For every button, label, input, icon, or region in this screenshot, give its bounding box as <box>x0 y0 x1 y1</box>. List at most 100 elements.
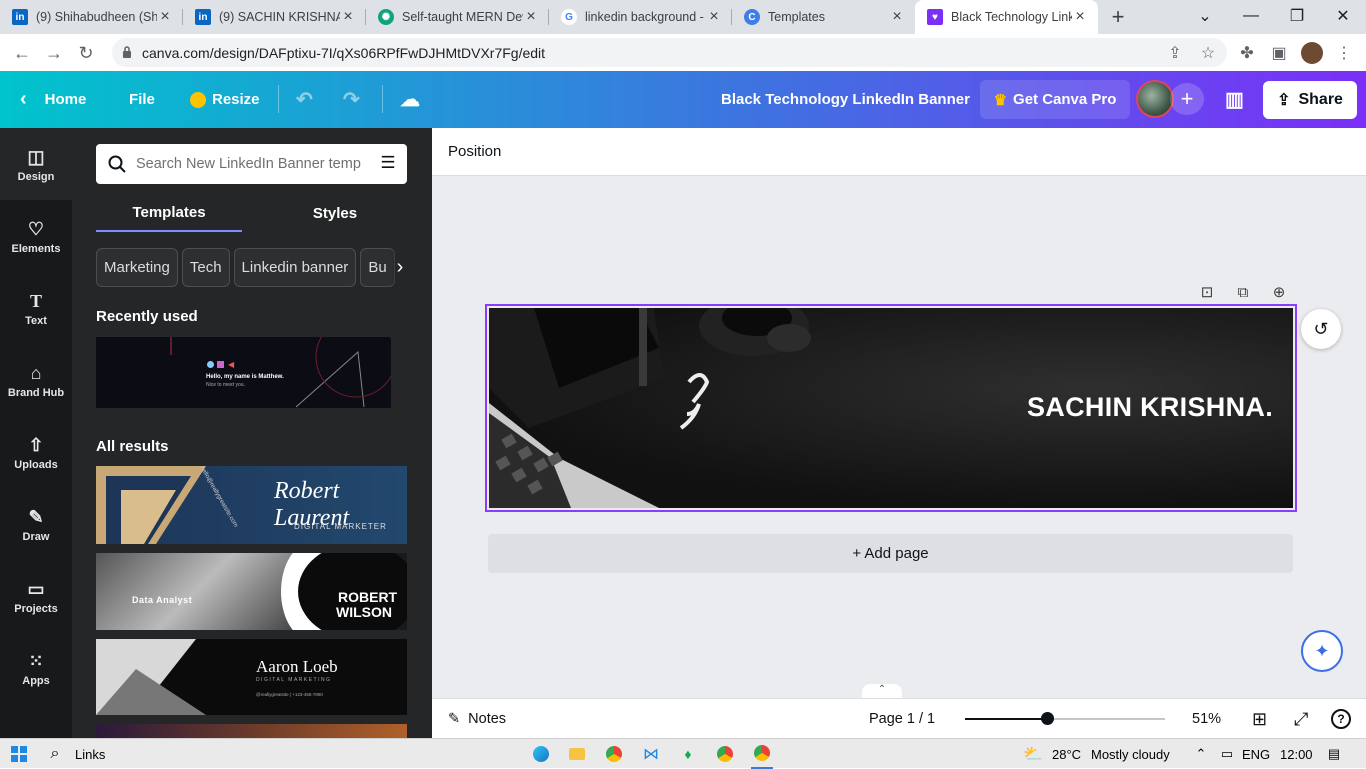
magic-sparkle-icon[interactable]: ✦ <box>1301 630 1343 672</box>
add-page-icon[interactable]: ⊕ <box>1267 280 1291 304</box>
reload-icon[interactable]: ↻ <box>71 38 101 68</box>
rail-item-brand-hub[interactable]: ⌂ Brand Hub <box>0 344 72 416</box>
rail-item-elements[interactable]: ♡ Elements <box>0 200 72 272</box>
maximize-button[interactable]: ❐ <box>1274 0 1320 32</box>
chip-marketing[interactable]: Marketing <box>96 248 178 287</box>
minimize-button[interactable]: — <box>1228 0 1274 32</box>
home-button[interactable]: ‹ Home <box>20 71 86 128</box>
zoom-slider-knob[interactable] <box>1041 712 1054 725</box>
rail-item-design[interactable]: ◫ Design <box>0 128 72 200</box>
browser-tab[interactable]: G linkedin background - × <box>549 0 732 34</box>
close-tab-icon[interactable]: × <box>889 8 905 26</box>
chip-tech[interactable]: Tech <box>181 248 230 287</box>
grid-view-icon[interactable]: ⊞ <box>1252 699 1267 739</box>
search-icon[interactable]: ⌕ <box>44 739 66 769</box>
browser-tab-active[interactable]: ♥ Black Technology Link × <box>915 0 1098 34</box>
template-search-input[interactable]: Search New LinkedIn Banner temp ☰ <box>96 144 407 184</box>
windows-start-icon[interactable] <box>8 739 30 769</box>
template-result-robert-laurent[interactable]: Robert Laurent DIGITAL MARKETER hello@re… <box>96 466 407 544</box>
zoom-slider[interactable] <box>965 712 1165 725</box>
close-tab-icon[interactable]: × <box>1072 8 1088 26</box>
browser-tab[interactable]: in (9) SACHIN KRISHNA | × <box>183 0 366 34</box>
add-collaborator-icon[interactable]: + <box>1170 83 1204 115</box>
rail-item-projects[interactable]: ▭ Projects <box>0 560 72 632</box>
profile-avatar[interactable] <box>1297 38 1327 67</box>
template-result-aaron-loeb[interactable]: Aaron Loeb DIGITAL MARKETING @reallygrea… <box>96 639 407 715</box>
browser-menu-icon[interactable]: ⋮ <box>1329 38 1359 67</box>
linkedin-banner[interactable]: SACHIN KRISHNA. <box>489 308 1293 508</box>
side-panel-icon[interactable]: ▣ <box>1264 38 1294 67</box>
close-tab-icon[interactable]: × <box>706 8 722 26</box>
share-button[interactable]: ⇪ Share <box>1263 81 1357 119</box>
tab-title: Self-taught MERN Dev <box>402 10 523 24</box>
mongodb-icon[interactable]: ♦ <box>677 739 699 769</box>
clock[interactable]: 12:00 <box>1280 739 1313 769</box>
chrome-icon[interactable] <box>714 739 736 769</box>
chip-linkedin-banner[interactable]: Linkedin banner <box>233 248 357 287</box>
zoom-level[interactable]: 51% <box>1192 699 1221 739</box>
page-counter[interactable]: Page 1 / 1 <box>869 699 935 739</box>
browser-tab[interactable]: C Templates × <box>732 0 915 34</box>
tab-templates[interactable]: Templates <box>96 194 242 232</box>
weather-cloud-icon[interactable]: ⛅ <box>1020 739 1046 769</box>
vertical-scrollbar[interactable] <box>1352 180 1366 680</box>
edge-icon[interactable] <box>530 739 552 769</box>
browser-tab[interactable]: in (9) Shihabudheen (Shi × <box>0 0 183 34</box>
close-window-button[interactable]: ✕ <box>1320 0 1366 32</box>
lock-icon[interactable]: ⊡ <box>1195 280 1219 304</box>
extensions-icon[interactable]: ✤ <box>1232 38 1262 67</box>
notes-button[interactable]: ✎ Notes <box>448 699 506 739</box>
insights-icon[interactable]: ▥ <box>1225 71 1244 128</box>
new-tab-button[interactable]: + <box>1098 0 1138 34</box>
bookmark-star-icon[interactable]: ☆ <box>1193 38 1223 67</box>
chrome-icon[interactable] <box>603 739 625 769</box>
recent-template-thumbnail[interactable]: ◀ Hello, my name is Matthew. Nice to mee… <box>96 337 391 408</box>
rail-item-apps[interactable]: ⁙ Apps <box>0 632 72 704</box>
file-menu-button[interactable]: File <box>129 71 155 128</box>
chrome-active-icon[interactable] <box>751 739 773 769</box>
design-page[interactable]: SACHIN KRISHNA. <box>485 304 1297 512</box>
close-tab-icon[interactable]: × <box>523 8 539 26</box>
filter-icon[interactable]: ☰ <box>377 153 399 175</box>
forward-icon[interactable]: → <box>39 38 69 68</box>
get-canva-pro-button[interactable]: ♛ Get Canva Pro <box>980 80 1130 119</box>
close-tab-icon[interactable]: × <box>340 8 356 26</box>
close-tab-icon[interactable]: × <box>157 8 173 26</box>
battery-icon[interactable]: ▭ <box>1218 739 1236 769</box>
notifications-icon[interactable]: ▤ <box>1324 739 1344 769</box>
undo-icon[interactable]: ↶ <box>296 71 313 128</box>
rail-item-draw[interactable]: ✎ Draw <box>0 488 72 560</box>
tray-chevron-icon[interactable]: ⌃ <box>1192 739 1210 769</box>
browser-tab[interactable]: ✺ Self-taught MERN Dev × <box>366 0 549 34</box>
share-page-icon[interactable]: ⇪ <box>1160 38 1190 67</box>
duplicate-page-icon[interactable]: ⧉ <box>1231 280 1255 304</box>
file-explorer-icon[interactable] <box>566 739 588 769</box>
weather-temp[interactable]: 28°C <box>1052 739 1081 769</box>
add-page-button[interactable]: + Add page <box>488 534 1293 573</box>
weather-desc[interactable]: Mostly cloudy <box>1091 739 1170 769</box>
cloud-saved-icon[interactable]: ☁ <box>400 71 420 128</box>
redo-icon[interactable]: ↷ <box>343 71 360 128</box>
tab-search-icon[interactable]: ⌄ <box>1182 0 1228 32</box>
chevron-right-icon[interactable]: › <box>390 248 410 287</box>
template-result-partial[interactable] <box>96 724 407 738</box>
tab-styles[interactable]: Styles <box>262 194 408 232</box>
resize-button[interactable]: Resize <box>190 71 260 128</box>
rail-item-uploads[interactable]: ⇧ Uploads <box>0 416 72 488</box>
language-indicator[interactable]: ENG <box>1242 739 1270 769</box>
design-title[interactable]: Black Technology LinkedIn Banner <box>721 71 970 128</box>
comment-icon[interactable]: ↺ <box>1301 309 1341 349</box>
template-result-robert-wilson[interactable]: Data Analyst ROBERT WILSON <box>96 553 407 630</box>
banner-name-text[interactable]: SACHIN KRISHNA. <box>1027 392 1273 423</box>
rail-item-text[interactable]: T Text <box>0 272 72 344</box>
fullscreen-icon[interactable]: ⤢ <box>1294 699 1308 739</box>
draw-icon: ✎ <box>28 507 44 527</box>
back-icon[interactable]: ← <box>7 38 37 68</box>
address-bar[interactable]: canva.com/design/DAFptixu-7I/qXs06RPfFwD… <box>112 38 1227 67</box>
help-icon[interactable]: ? <box>1331 699 1351 739</box>
taskbar-search-box[interactable]: Links <box>75 739 105 769</box>
vscode-icon[interactable]: ⋈ <box>640 739 662 769</box>
show-pages-chevron-icon[interactable]: ⌃ <box>862 684 902 698</box>
position-button[interactable]: Position <box>448 143 501 160</box>
avatar[interactable] <box>1136 80 1174 118</box>
